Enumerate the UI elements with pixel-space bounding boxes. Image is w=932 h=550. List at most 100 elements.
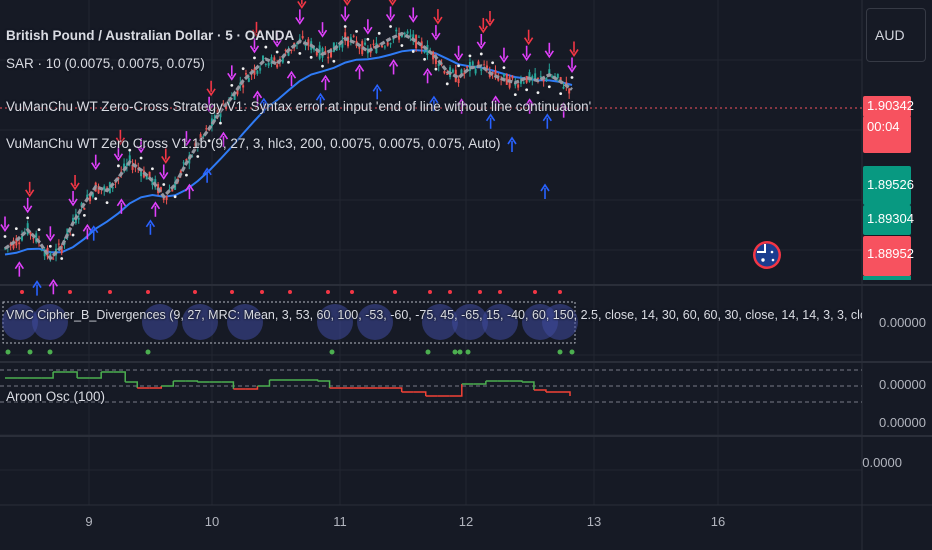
sar-dot	[287, 60, 290, 64]
candle-body	[244, 73, 247, 75]
symbol-title[interactable]: British Pound / Australian Dollar · 5 · …	[6, 28, 294, 43]
cipher-red-dot	[193, 290, 197, 294]
aroon-segment	[509, 380, 523, 382]
cipher-green-dot	[465, 349, 471, 355]
candle-body	[522, 82, 525, 84]
candle-body	[417, 36, 420, 38]
current-price-tag: 1.90342	[863, 96, 914, 117]
x-tick: 11	[333, 514, 347, 529]
candle-body	[471, 61, 474, 65]
candle-body	[536, 77, 539, 79]
bottom-axis-value: 0.0000	[862, 455, 902, 470]
sar-dot	[94, 197, 98, 201]
aroon-axis-value-1: 0.00000	[879, 377, 926, 392]
cipher-green-dot	[557, 349, 563, 355]
aroon-legend[interactable]: Aroon Osc (100)	[6, 389, 105, 404]
cipher-green-dot	[5, 349, 11, 355]
candle-body	[502, 73, 505, 77]
cipher-green-dot	[27, 349, 33, 355]
sar-dot	[343, 25, 347, 28]
sar-dot	[525, 88, 529, 92]
sar-dot	[321, 64, 324, 68]
candle-body	[259, 67, 262, 71]
candle-body	[457, 78, 460, 84]
aroon-segment	[557, 391, 571, 396]
sar-dot	[151, 167, 154, 171]
candle-body	[395, 29, 398, 32]
sar-dot	[139, 156, 143, 160]
sar-dot	[491, 61, 495, 65]
candle-body	[301, 35, 304, 39]
candle-body	[562, 86, 565, 89]
red-low-price-tag: 1.88952	[863, 236, 914, 276]
aroon-level-lines	[0, 369, 862, 403]
cipher-red-dot	[448, 290, 452, 294]
sar-dot	[559, 92, 563, 96]
sar-dot	[253, 56, 256, 60]
candle-body	[539, 76, 542, 78]
candle-body	[474, 69, 477, 74]
x-tick: 16	[710, 514, 726, 529]
australia-flag-icon[interactable]	[753, 241, 781, 269]
cipher-legend[interactable]: VMC Cipher_B_Divergences (9, 27, MRC: Me…	[6, 308, 862, 322]
sar-dot	[389, 25, 392, 28]
sar-dot	[547, 85, 551, 89]
candle-body	[256, 70, 259, 74]
aroon-segment	[413, 391, 427, 396]
sar-dot	[309, 55, 313, 59]
cipher-red-dot	[108, 290, 112, 294]
cipher-axis-value: 0.00000	[879, 315, 926, 330]
green-price-tag-2: 1.89304	[863, 205, 914, 235]
candle-body	[426, 45, 429, 55]
candle-body	[364, 42, 367, 45]
cipher-green-dot	[457, 349, 463, 355]
cipher-red-dot	[230, 290, 234, 294]
sar-dot	[162, 183, 166, 186]
candle-body	[40, 249, 43, 251]
cipher-red-dot	[288, 290, 292, 294]
sar-dot	[479, 52, 483, 56]
sar-dot	[445, 82, 449, 86]
aroon-segment	[389, 387, 403, 392]
sar-dot	[355, 29, 358, 33]
sar-dot	[173, 195, 177, 199]
vmc-strategy-legend[interactable]: VuManChu WT Zero-Cross Strategy V1: Synt…	[6, 99, 591, 114]
sar-legend[interactable]: SAR · 10 (0.0075, 0.0075, 0.075)	[6, 56, 205, 71]
candle-body	[483, 64, 486, 66]
cipher-green-dot	[47, 349, 53, 355]
ema-line	[4, 48, 573, 256]
cipher-red-dot	[260, 290, 264, 294]
candle-body	[389, 43, 392, 45]
sar-dot	[298, 52, 302, 55]
chart-canvas[interactable]	[0, 0, 932, 550]
sar-dot	[536, 91, 540, 95]
chart-grid	[0, 0, 862, 505]
sar-dot	[400, 44, 404, 47]
cipher-red-dot	[498, 290, 502, 294]
sar-dot	[3, 235, 7, 238]
cipher-green-dot	[145, 349, 151, 355]
currency-selector[interactable]: AUD	[866, 8, 926, 62]
ema-path	[4, 48, 573, 256]
candle-body	[451, 69, 454, 73]
aroon-segment	[257, 380, 271, 387]
candle-body	[182, 162, 185, 164]
sar-dot	[117, 164, 120, 168]
candle-body	[386, 42, 389, 46]
candle-body	[406, 31, 409, 34]
candle-body	[18, 242, 21, 245]
sar-dot	[37, 228, 41, 232]
aroon-segment	[185, 380, 199, 382]
sar-dot	[502, 66, 506, 70]
cipher-green-dot	[329, 349, 335, 355]
sar-dot	[14, 227, 18, 231]
aroon-segment	[113, 371, 126, 382]
sar-dot	[26, 216, 30, 220]
candle-body	[83, 207, 86, 210]
aroon-segment	[125, 381, 138, 388]
candle-body	[383, 46, 386, 48]
sar-dot	[275, 50, 279, 54]
aroon-axis-value-2: 0.00000	[879, 415, 926, 430]
cipher-red-dot	[428, 290, 432, 294]
vmc-cross-legend[interactable]: VuManChu WT Zero Cross V1.1b (9, 27, 3, …	[6, 136, 501, 151]
